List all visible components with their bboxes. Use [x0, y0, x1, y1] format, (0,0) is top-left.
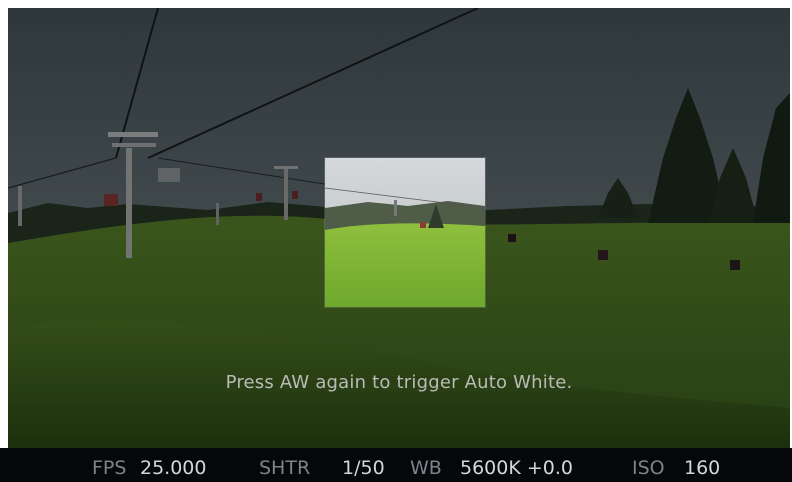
white-balance-label: WB — [410, 457, 442, 479]
shutter-value: 1/50 — [342, 457, 385, 479]
measure-box-scene — [325, 158, 485, 307]
white-balance-value: 5600K +0.0 — [460, 457, 573, 479]
viewfinder-image: Press AW again to trigger Auto White. — [8, 8, 790, 448]
iso-label: ISO — [632, 457, 665, 479]
camera-monitor: Press AW again to trigger Auto White. FP… — [0, 0, 792, 482]
camera-status-bar: FPS 25.000 SHTR 1/50 WB 5600K +0.0 ISO 1… — [0, 448, 792, 482]
fps-label: FPS — [92, 457, 127, 479]
auto-white-prompt: Press AW again to trigger Auto White. — [225, 372, 573, 393]
fps-value: 25.000 — [140, 457, 207, 479]
iso-value: 160 — [684, 457, 721, 479]
auto-white-measure-box — [324, 157, 486, 308]
shutter-label: SHTR — [259, 457, 311, 479]
